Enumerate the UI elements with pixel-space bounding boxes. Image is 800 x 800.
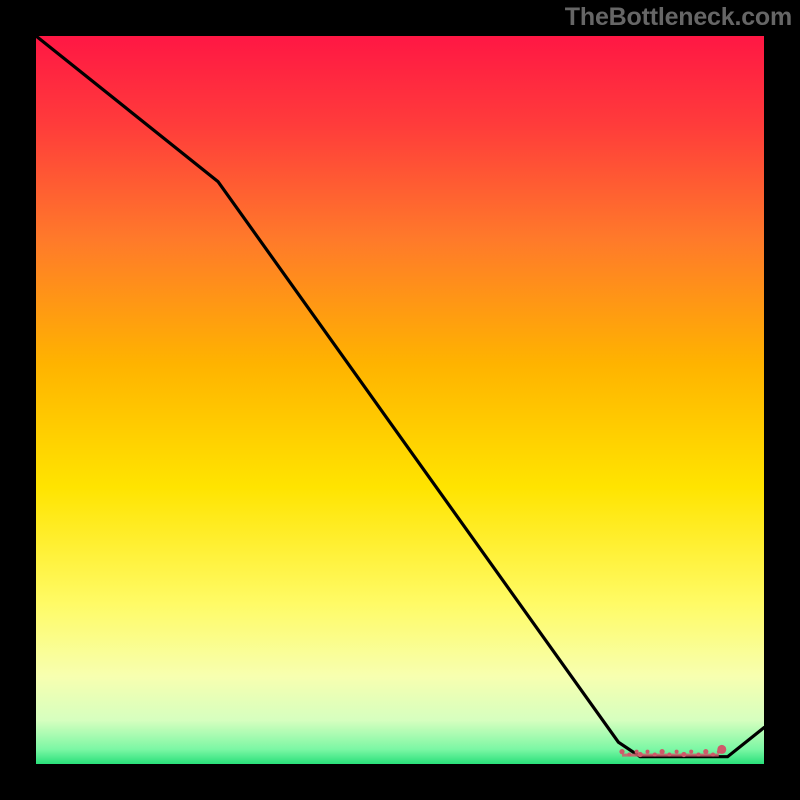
optimum-marker	[681, 752, 686, 757]
chart-svg	[36, 36, 764, 764]
optimum-marker	[675, 750, 679, 754]
optimum-end-marker	[717, 745, 726, 754]
optimum-marker	[653, 753, 657, 757]
optimum-marker	[660, 749, 665, 754]
chart-plot-area	[36, 36, 764, 764]
watermark: TheBottleneck.com	[565, 3, 792, 32]
optimum-marker	[646, 750, 650, 754]
optimum-marker	[667, 753, 671, 757]
chart-container: TheBottleneck.com	[0, 0, 800, 800]
optimum-marker	[638, 752, 643, 757]
optimum-marker	[711, 753, 715, 757]
optimum-marker	[619, 749, 624, 754]
optimum-marker	[689, 750, 693, 754]
optimum-marker	[703, 749, 708, 754]
optimum-marker	[627, 753, 631, 757]
chart-background	[36, 36, 764, 764]
optimum-marker	[697, 753, 701, 757]
optimum-marker	[635, 750, 639, 754]
